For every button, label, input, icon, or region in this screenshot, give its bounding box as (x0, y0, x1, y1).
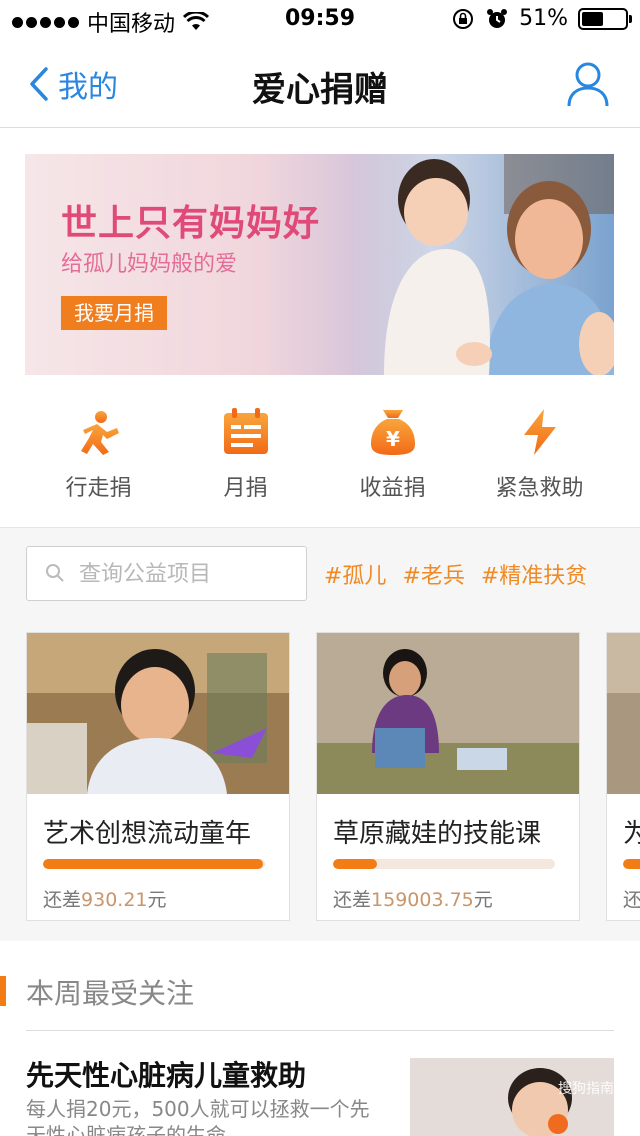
category-walking-donate[interactable]: 行走捐 (25, 400, 172, 510)
featured-project-title[interactable]: 先天性心脏病儿童救助 (26, 1054, 306, 1094)
rotation-lock-icon (453, 8, 474, 29)
category-label: 月捐 (223, 476, 268, 501)
category-monthly-donate[interactable]: 月捐 (172, 400, 319, 510)
remaining-amount: 还 (623, 885, 640, 912)
page-title: 爱心捐赠 (252, 70, 388, 110)
remaining-prefix: 还 (623, 889, 640, 911)
weekly-section-title: 本周最受关注 (26, 977, 195, 1010)
section-accent-bar (0, 976, 6, 1006)
search-input[interactable] (79, 555, 299, 593)
remaining-amount: 还差159003.75元 (333, 885, 493, 912)
calendar-icon (223, 408, 268, 454)
divider (26, 1030, 614, 1031)
project-card[interactable]: 艺术创想流动童年 还差930.21元 (26, 632, 290, 921)
battery-percentage: 51% (519, 6, 568, 31)
user-icon[interactable] (566, 60, 610, 108)
lightning-icon (523, 409, 556, 455)
search-icon (46, 564, 64, 582)
remaining-prefix: 还差 (43, 889, 82, 911)
project-title: 为 (623, 819, 640, 849)
remaining-unit: 元 (147, 889, 167, 911)
promo-banner[interactable]: 世上只有妈妈好 给孤儿妈妈般的爱 我要月捐 (25, 154, 614, 375)
progress-bar (333, 859, 555, 869)
navigation-bar: 我的 爱心捐赠 (0, 40, 640, 128)
walking-icon (80, 411, 119, 455)
tag-veteran[interactable]: #老兵 (402, 558, 464, 590)
progress-fill (43, 859, 263, 869)
donation-categories: 行走捐 月捐 ¥ 收益捐 紧急救助 (0, 400, 640, 510)
battery-level (582, 11, 604, 26)
remaining-value: 159003.75 (371, 889, 474, 911)
search-section: #孤儿 #老兵 #精准扶贫 (0, 527, 640, 621)
tag-poverty-relief[interactable]: #精准扶贫 (481, 558, 587, 590)
progress-fill (623, 859, 640, 869)
category-label: 紧急救助 (495, 476, 584, 501)
category-label: 收益捐 (359, 476, 426, 501)
category-emergency-relief[interactable]: 紧急救助 (466, 400, 613, 510)
money-bag-icon: ¥ (370, 410, 415, 455)
status-bar: 中国移动 09:59 51% (0, 0, 640, 40)
project-card[interactable]: 为 还 (606, 632, 640, 921)
banner-photo (354, 154, 614, 375)
search-box[interactable] (26, 546, 307, 601)
watermark: 搜狗指南 (558, 1081, 614, 1097)
battery-icon (578, 7, 632, 30)
banner-subtitle: 给孤儿妈妈般的爱 (61, 252, 238, 277)
svg-text:¥: ¥ (386, 427, 400, 451)
progress-bar (43, 859, 265, 869)
progress-bar (623, 859, 640, 869)
project-photo (27, 633, 289, 794)
progress-fill (333, 859, 378, 869)
project-card[interactable]: 草原藏娃的技能课 还差159003.75元 (316, 632, 580, 921)
status-right: 51% (451, 6, 632, 31)
hot-tags: #孤儿 #老兵 #精准扶贫 (324, 558, 587, 590)
project-photo (607, 633, 640, 794)
category-label: 行走捐 (65, 476, 132, 501)
featured-project-description: 每人捐20元，500人就可以拯救一个先天性心脏病孩子的生命 (26, 1097, 370, 1136)
remaining-value: 930.21 (81, 889, 148, 911)
project-title: 艺术创想流动童年 (43, 819, 252, 849)
project-photo (317, 633, 579, 794)
tag-orphan[interactable]: #孤儿 (324, 558, 386, 590)
remaining-unit: 元 (473, 889, 493, 911)
featured-project-photo[interactable]: 搜狗指南 (410, 1058, 614, 1136)
monthly-donate-button[interactable]: 我要月捐 (61, 296, 167, 330)
remaining-prefix: 还差 (333, 889, 372, 911)
project-carousel[interactable]: 艺术创想流动童年 还差930.21元 草原藏娃的技能课 还差159003.75元… (0, 621, 640, 941)
banner-title: 世上只有妈妈好 (61, 203, 321, 244)
remaining-amount: 还差930.21元 (43, 885, 167, 912)
project-title: 草原藏娃的技能课 (333, 819, 542, 849)
alarm-icon (487, 8, 508, 28)
category-earnings-donate[interactable]: ¥ 收益捐 (319, 400, 466, 510)
